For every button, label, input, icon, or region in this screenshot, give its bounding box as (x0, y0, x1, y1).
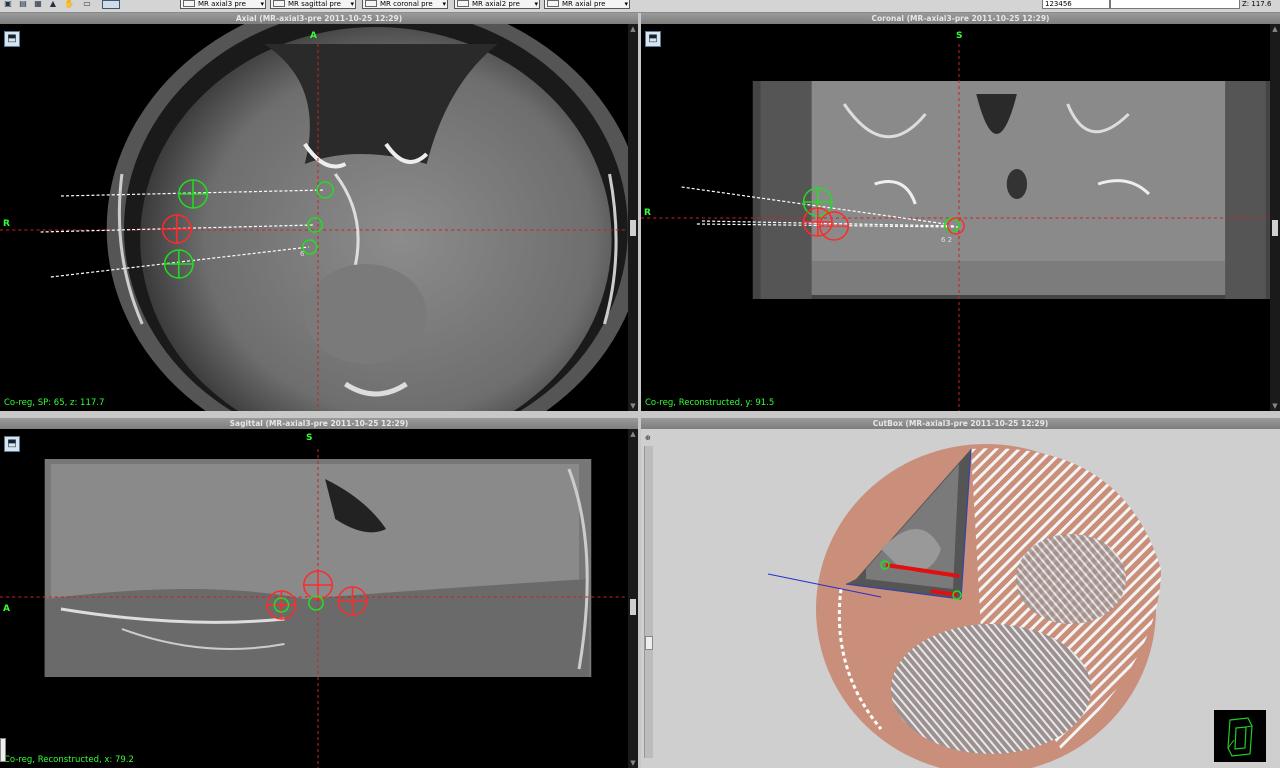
axial-left-orientation: R (3, 219, 10, 229)
series-select-4[interactable]: MR axial2 pre ▾ (454, 0, 540, 9)
cutbox-slider[interactable] (644, 446, 653, 758)
axial-scroll-thumb[interactable] (630, 220, 636, 236)
cutbox-slider-thumb[interactable] (645, 636, 653, 650)
series-select-2[interactable]: MR sagittal pre ▾ (270, 0, 356, 9)
lock-icon[interactable]: ⬒ (4, 31, 20, 47)
main-toolbar: ▣ ▤ ▦ ▲ ✋ ▭ MR axial3 pre ▾ MR sagittal p… (0, 0, 1280, 13)
series-select-2-label: MR sagittal pre (288, 0, 341, 8)
sagittal-viewport-title: Sagittal (MR-axial3-pre 2011-10-25 12:29… (0, 418, 638, 429)
sagittal-scrollbar[interactable]: ▲ ▼ (628, 429, 638, 768)
scroll-down-icon[interactable]: ▼ (1270, 401, 1280, 411)
chevron-down-icon: ▾ (534, 0, 538, 8)
series-select-5-label: MR axial pre (562, 0, 606, 8)
coronal-marker-number: 6 2 (941, 236, 953, 244)
chevron-down-icon: ▾ (624, 0, 628, 8)
orientation-cube-icon[interactable] (1214, 710, 1266, 762)
sagittal-left-orientation: A (3, 604, 10, 614)
coronal-viewport[interactable]: Coronal (MR-axial3-pre 2011-10-25 12:29) (641, 13, 1280, 411)
layout-icon[interactable]: ▣ (3, 0, 13, 8)
sagittal-mri-image[interactable] (0, 429, 638, 768)
axial-scrollbar[interactable]: ▲ ▼ (628, 24, 638, 411)
axial-top-orientation: A (310, 31, 317, 41)
coronal-viewport-title: Coronal (MR-axial3-pre 2011-10-25 12:29) (641, 13, 1280, 24)
cutbox-3d-render[interactable] (641, 429, 1280, 768)
lock-icon[interactable]: ⬒ (645, 31, 661, 47)
chevron-down-icon: ▾ (442, 0, 446, 8)
coronal-mri-image[interactable] (641, 24, 1280, 411)
zoom-icon[interactable]: ⊕ (645, 434, 653, 442)
coronal-left-orientation: R (644, 208, 651, 218)
info-field (1110, 0, 1240, 9)
left-panel-handle[interactable] (0, 738, 6, 762)
scroll-down-icon[interactable]: ▼ (628, 758, 638, 768)
series-select-5[interactable]: MR axial pre ▾ (544, 0, 630, 9)
series-select-1-label: MR axial3 pre (198, 0, 246, 8)
grid-icon[interactable]: ▦ (33, 0, 43, 8)
axial-marker-number: 6 (300, 250, 305, 258)
coronal-top-orientation: S (956, 31, 963, 41)
scroll-up-icon[interactable]: ▲ (628, 24, 638, 34)
sagittal-top-orientation: S (306, 433, 313, 443)
screen-icon[interactable]: ▭ (82, 0, 92, 8)
series-select-3-label: MR coronal pre (380, 0, 433, 8)
scroll-up-icon[interactable]: ▲ (1270, 24, 1280, 34)
pointer-icon[interactable]: ▲ (48, 0, 58, 8)
chevron-down-icon: ▾ (260, 0, 264, 8)
display-icon[interactable] (102, 0, 120, 9)
scroll-down-icon[interactable]: ▼ (628, 401, 638, 411)
sagittal-status: Co-reg, Reconstructed, x: 79.2 (4, 755, 134, 765)
series-select-3[interactable]: MR coronal pre ▾ (362, 0, 448, 9)
chevron-down-icon: ▾ (350, 0, 354, 8)
coronal-scroll-thumb[interactable] (1272, 220, 1278, 236)
axial-viewport-title: Axial (MR-axial3-pre 2011-10-25 12:29) (0, 13, 638, 24)
z-coordinate-readout: Z: 117.6 (1240, 0, 1280, 9)
patient-id-field[interactable]: 123456 (1042, 0, 1110, 9)
sagittal-scroll-thumb[interactable] (630, 599, 636, 615)
coronal-scrollbar[interactable]: ▲ ▼ (1270, 24, 1280, 411)
axial-status: Co-reg, SP: 65, z: 117.7 (4, 398, 105, 408)
coronal-status: Co-reg, Reconstructed, y: 91.5 (645, 398, 775, 408)
axial-viewport[interactable]: Axial (MR-axial3-pre 2011-10-25 12:29) ⬒… (0, 13, 638, 411)
sagittal-viewport[interactable]: Sagittal (MR-axial3-pre 2011-10-25 12:29… (0, 418, 638, 768)
series-select-1[interactable]: MR axial3 pre ▾ (180, 0, 266, 9)
db-icon[interactable]: ▤ (18, 0, 28, 8)
hand-icon[interactable]: ✋ (64, 0, 74, 8)
series-select-4-label: MR axial2 pre (472, 0, 520, 8)
scroll-up-icon[interactable]: ▲ (628, 429, 638, 439)
cutbox-viewport[interactable]: CutBox (MR-axial3-pre 2011-10-25 12:29) (641, 418, 1280, 768)
axial-mri-image[interactable] (0, 24, 638, 411)
cutbox-viewport-title: CutBox (MR-axial3-pre 2011-10-25 12:29) (641, 418, 1280, 429)
lock-icon[interactable]: ⬒ (4, 436, 20, 452)
